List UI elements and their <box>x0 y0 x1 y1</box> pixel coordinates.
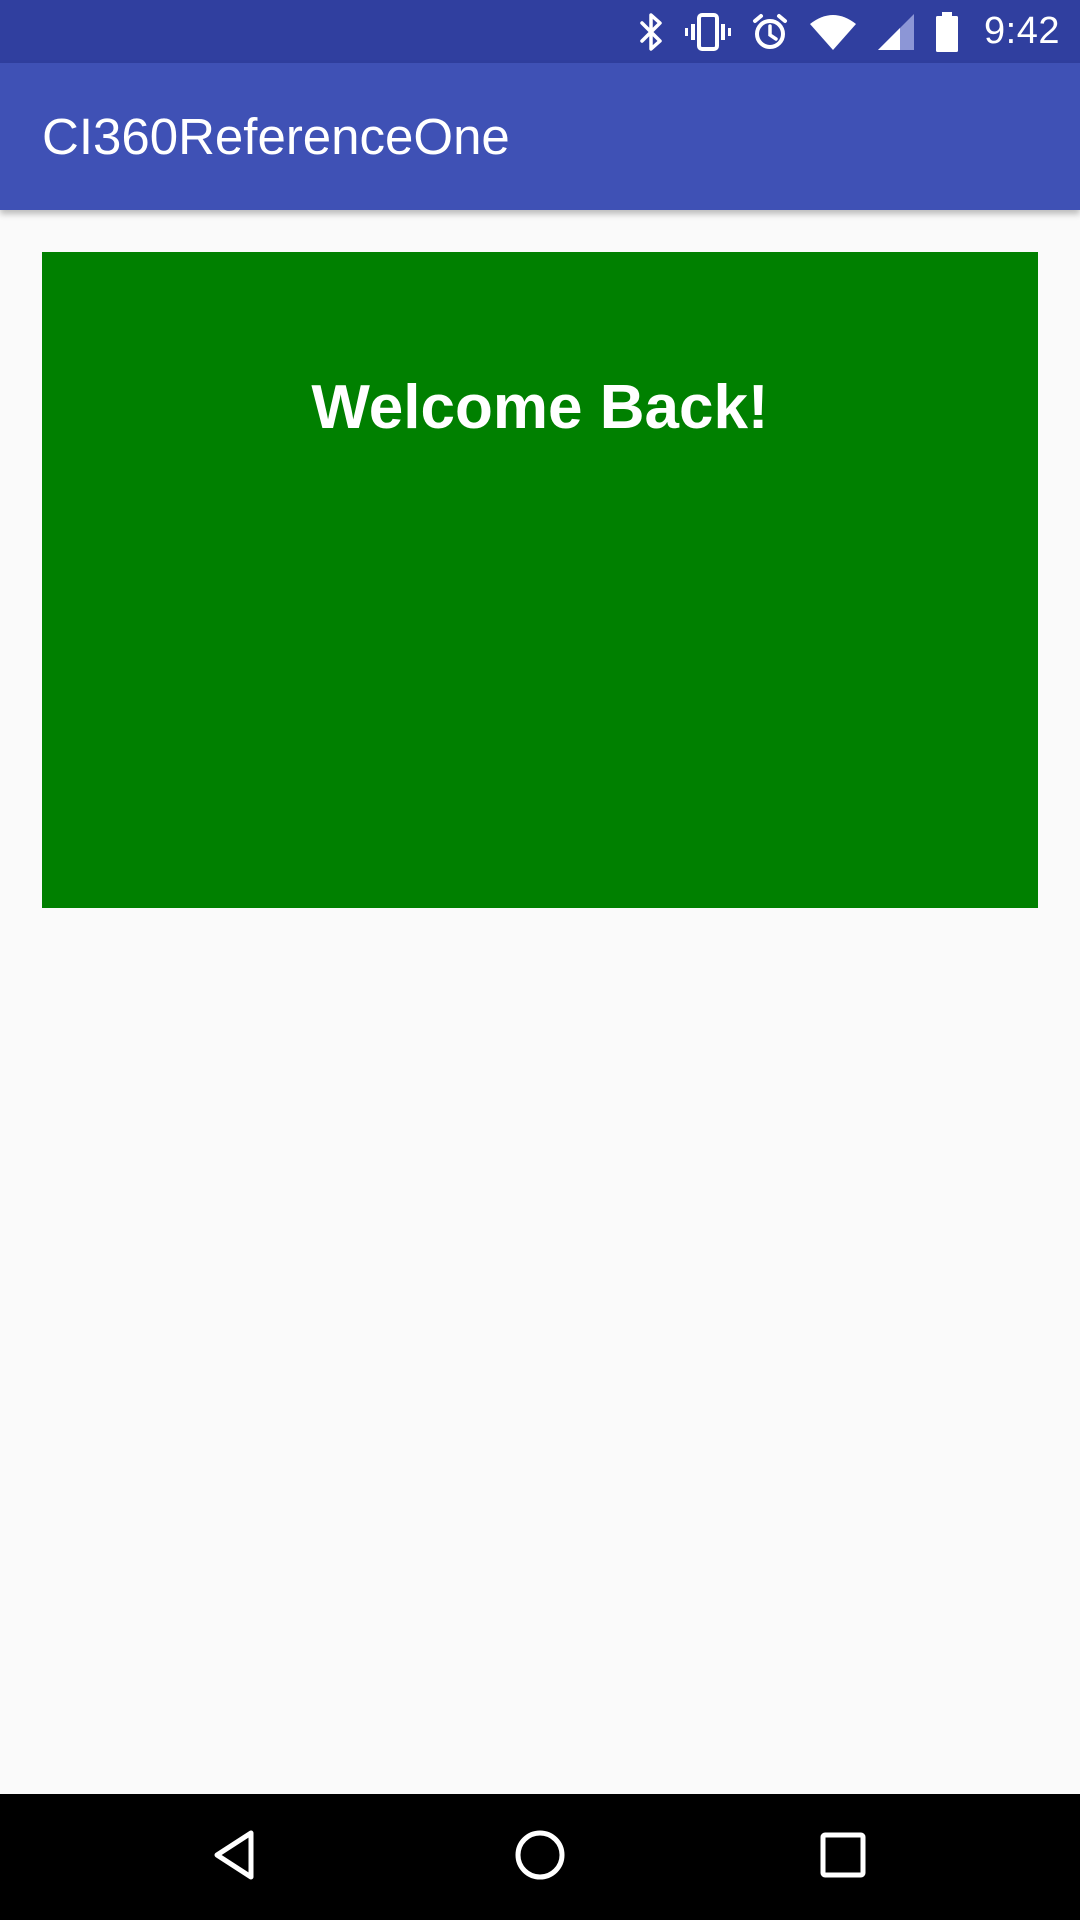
welcome-card: Welcome Back! <box>42 252 1038 908</box>
wifi-icon <box>808 12 858 52</box>
status-time: 9:42 <box>984 10 1060 52</box>
welcome-message: Welcome Back! <box>311 373 769 442</box>
vibrate-icon <box>684 12 732 52</box>
app-title: CI360ReferenceOne <box>42 108 510 165</box>
bluetooth-icon <box>636 12 666 52</box>
home-icon <box>512 1827 568 1888</box>
app-bar: CI360ReferenceOne <box>0 63 1080 210</box>
navigation-bar <box>0 1794 1080 1920</box>
back-button[interactable] <box>174 1794 300 1920</box>
recents-button[interactable] <box>780 1794 906 1920</box>
recents-icon <box>815 1827 871 1888</box>
cell-signal-icon <box>876 12 916 52</box>
status-bar: 9:42 <box>0 0 1080 63</box>
alarm-icon <box>750 12 790 52</box>
back-icon <box>209 1827 265 1888</box>
battery-icon <box>934 11 960 53</box>
home-button[interactable] <box>477 1794 603 1920</box>
status-icons: 9:42 <box>636 0 1060 63</box>
